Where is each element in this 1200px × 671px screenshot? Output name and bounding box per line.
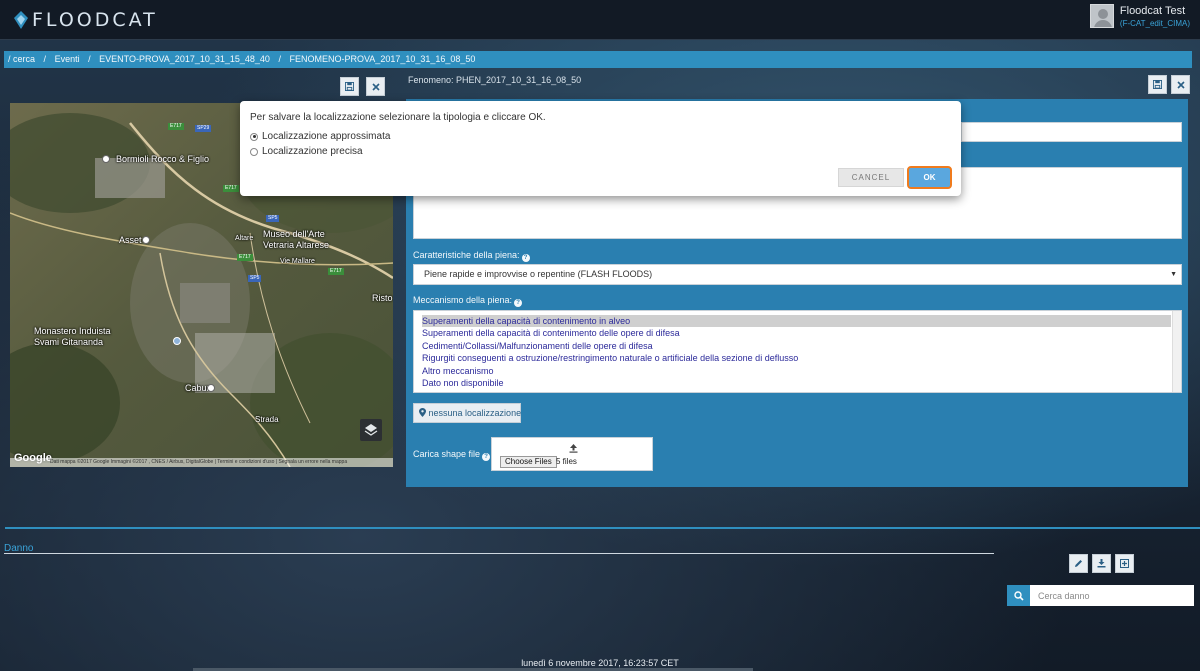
list-item[interactable]: Dato non disponibile: [422, 377, 1181, 389]
choose-files-button[interactable]: Choose Files: [500, 456, 557, 468]
user-role: (F-CAT_edit_CIMA): [1119, 19, 1190, 28]
files-status: 5 files: [556, 457, 577, 466]
map-place-label: Museo dell'Arte Vetraria Altarese: [263, 229, 330, 250]
fenomeno-title: Fenomeno: PHEN_2017_10_31_16_08_50: [408, 75, 582, 85]
save-icon: [345, 82, 354, 91]
breadcrumb-item-cerca[interactable]: / cerca: [8, 54, 35, 64]
search-icon: [1013, 590, 1024, 601]
shape-file-label-text: Carica shape file: [413, 449, 481, 459]
piena-select-value: Piene rapide e improvvise o repentine (F…: [424, 269, 653, 279]
breadcrumb-separator: /: [278, 54, 281, 64]
piena-select[interactable]: Piene rapide e improvvise o repentine (F…: [413, 264, 1182, 285]
road-badge: E717: [328, 268, 344, 275]
shape-file-dropzone[interactable]: Choose Files 5 files: [491, 437, 653, 471]
localizzazione-button[interactable]: nessuna localizzazione: [413, 403, 521, 423]
form-text-field[interactable]: [961, 122, 1182, 142]
map-attribution[interactable]: Dati mappa ©2017 Google Immagini ©2017 ,…: [10, 458, 393, 467]
listbox-scrollbar[interactable]: [1172, 311, 1181, 392]
caret-down-icon: ▼: [1170, 271, 1177, 278]
map-place-label: Strada: [255, 415, 279, 424]
plus-square-icon: [1120, 559, 1129, 568]
list-item[interactable]: Cedimenti/Collassi/Malfunzionamenti dell…: [422, 340, 1181, 352]
list-item[interactable]: Rigurgiti conseguenti a ostruzione/restr…: [422, 352, 1181, 364]
road-badge: SP5: [248, 275, 262, 282]
radio-label: Localizzazione approssimata: [262, 131, 391, 142]
map-place-label: Bormioli Rocco & Figlio: [116, 154, 210, 164]
download-icon: [1097, 559, 1106, 568]
list-item[interactable]: Altro meccanismo: [422, 365, 1181, 377]
map-place-label: Altare: [235, 235, 254, 242]
app-logo-text: FLOODCAT: [32, 9, 158, 31]
breadcrumb-separator: /: [88, 54, 91, 64]
meccanismo-label: Meccanismo della piena:?: [413, 295, 523, 307]
radio-localizzazione-precisa[interactable]: Localizzazione precisa: [250, 146, 363, 157]
form-save-button[interactable]: [1148, 75, 1167, 94]
road-badge: E717: [168, 123, 184, 130]
footer-datetime: lunedì 6 novembre 2017, 16:23:57 CET: [521, 658, 679, 668]
app-logo[interactable]: FLOODCAT: [12, 8, 158, 32]
form-close-button[interactable]: [1171, 75, 1190, 94]
meccanismo-listbox[interactable]: Superamenti della capacità di contenimen…: [413, 310, 1182, 393]
piena-label: Caratteristiche della piena:?: [413, 250, 530, 262]
map-layers-button[interactable]: [360, 419, 382, 441]
avatar: [1089, 4, 1114, 28]
top-bar: FLOODCAT Floodcat Test (F-CAT_edit_CIMA): [0, 0, 1200, 40]
breadcrumb-item-eventi[interactable]: Eventi: [55, 54, 80, 64]
help-icon[interactable]: ?: [514, 299, 523, 307]
radio-button[interactable]: [250, 132, 258, 141]
radio-button[interactable]: [250, 147, 258, 156]
download-button[interactable]: [1092, 554, 1111, 573]
close-icon: [371, 82, 380, 91]
section-divider: [5, 527, 1200, 529]
user-name: Floodcat Test: [1119, 5, 1186, 17]
save-icon: [1153, 80, 1162, 89]
radio-label: Localizzazione precisa: [262, 146, 363, 157]
breadcrumb: / cerca / Eventi / EVENTO-PROVA_2017_10_…: [4, 51, 1192, 68]
shape-file-label: Carica shape file?: [413, 449, 491, 461]
map-pin-icon: [142, 236, 150, 244]
road-badge: E717: [237, 254, 253, 261]
radio-localizzazione-approssimata[interactable]: Localizzazione approssimata: [250, 131, 390, 142]
map-place-label: Asset: [119, 235, 142, 245]
help-icon[interactable]: ?: [482, 453, 491, 461]
meccanismo-label-text: Meccanismo della piena:: [413, 295, 513, 305]
help-icon[interactable]: ?: [521, 254, 530, 262]
localizzazione-button-label: nessuna localizzazione: [428, 408, 522, 418]
list-item[interactable]: Superamenti della capacità di contenimen…: [422, 315, 1171, 328]
user-menu[interactable]: Floodcat Test (F-CAT_edit_CIMA): [1089, 4, 1190, 29]
edit-button[interactable]: [1069, 554, 1088, 573]
upload-icon: [569, 444, 578, 453]
breadcrumb-separator: /: [43, 54, 47, 64]
breadcrumb-item-evento[interactable]: EVENTO-PROVA_2017_10_31_15_48_40: [99, 54, 270, 64]
search-button[interactable]: [1007, 585, 1030, 606]
danno-underline: [4, 553, 994, 554]
danno-search: [1007, 585, 1194, 606]
map-close-button[interactable]: [366, 77, 385, 96]
map-pin-icon: [102, 155, 110, 163]
map-place-label: Monastero Induista Svami Gitananda: [34, 326, 111, 347]
floodcat-logo-icon: [12, 10, 30, 30]
localizzazione-modal: Per salvare la localizzazione selezionar…: [240, 101, 961, 196]
road-badge: E717: [223, 185, 239, 192]
breadcrumb-item-fenomeno[interactable]: FENOMENO-PROVA_2017_10_31_16_08_50: [289, 54, 475, 64]
list-item[interactable]: Superamenti della capacità di contenimen…: [422, 327, 1181, 339]
map-place-label: Vie Mallare: [280, 258, 315, 265]
pencil-icon: [1075, 560, 1082, 567]
map-pin-icon: [207, 384, 215, 392]
road-badge: SP29: [195, 125, 212, 132]
search-input[interactable]: [1030, 585, 1194, 606]
map-place-label: Cabur: [185, 383, 210, 393]
map-pin-icon: [173, 337, 181, 345]
piena-label-text: Caratteristiche della piena:: [413, 250, 520, 260]
map-marker-icon: [419, 408, 426, 417]
close-icon: [1176, 80, 1185, 89]
layers-icon: [364, 424, 378, 436]
map-save-button[interactable]: [340, 77, 359, 96]
modal-message: Per salvare la localizzazione selezionar…: [250, 112, 546, 123]
ok-button[interactable]: OK: [907, 166, 952, 189]
cancel-button[interactable]: CANCEL: [838, 168, 904, 187]
add-button[interactable]: [1115, 554, 1134, 573]
road-badge: SP5: [266, 215, 280, 222]
map-place-label: Risto: [372, 293, 393, 303]
